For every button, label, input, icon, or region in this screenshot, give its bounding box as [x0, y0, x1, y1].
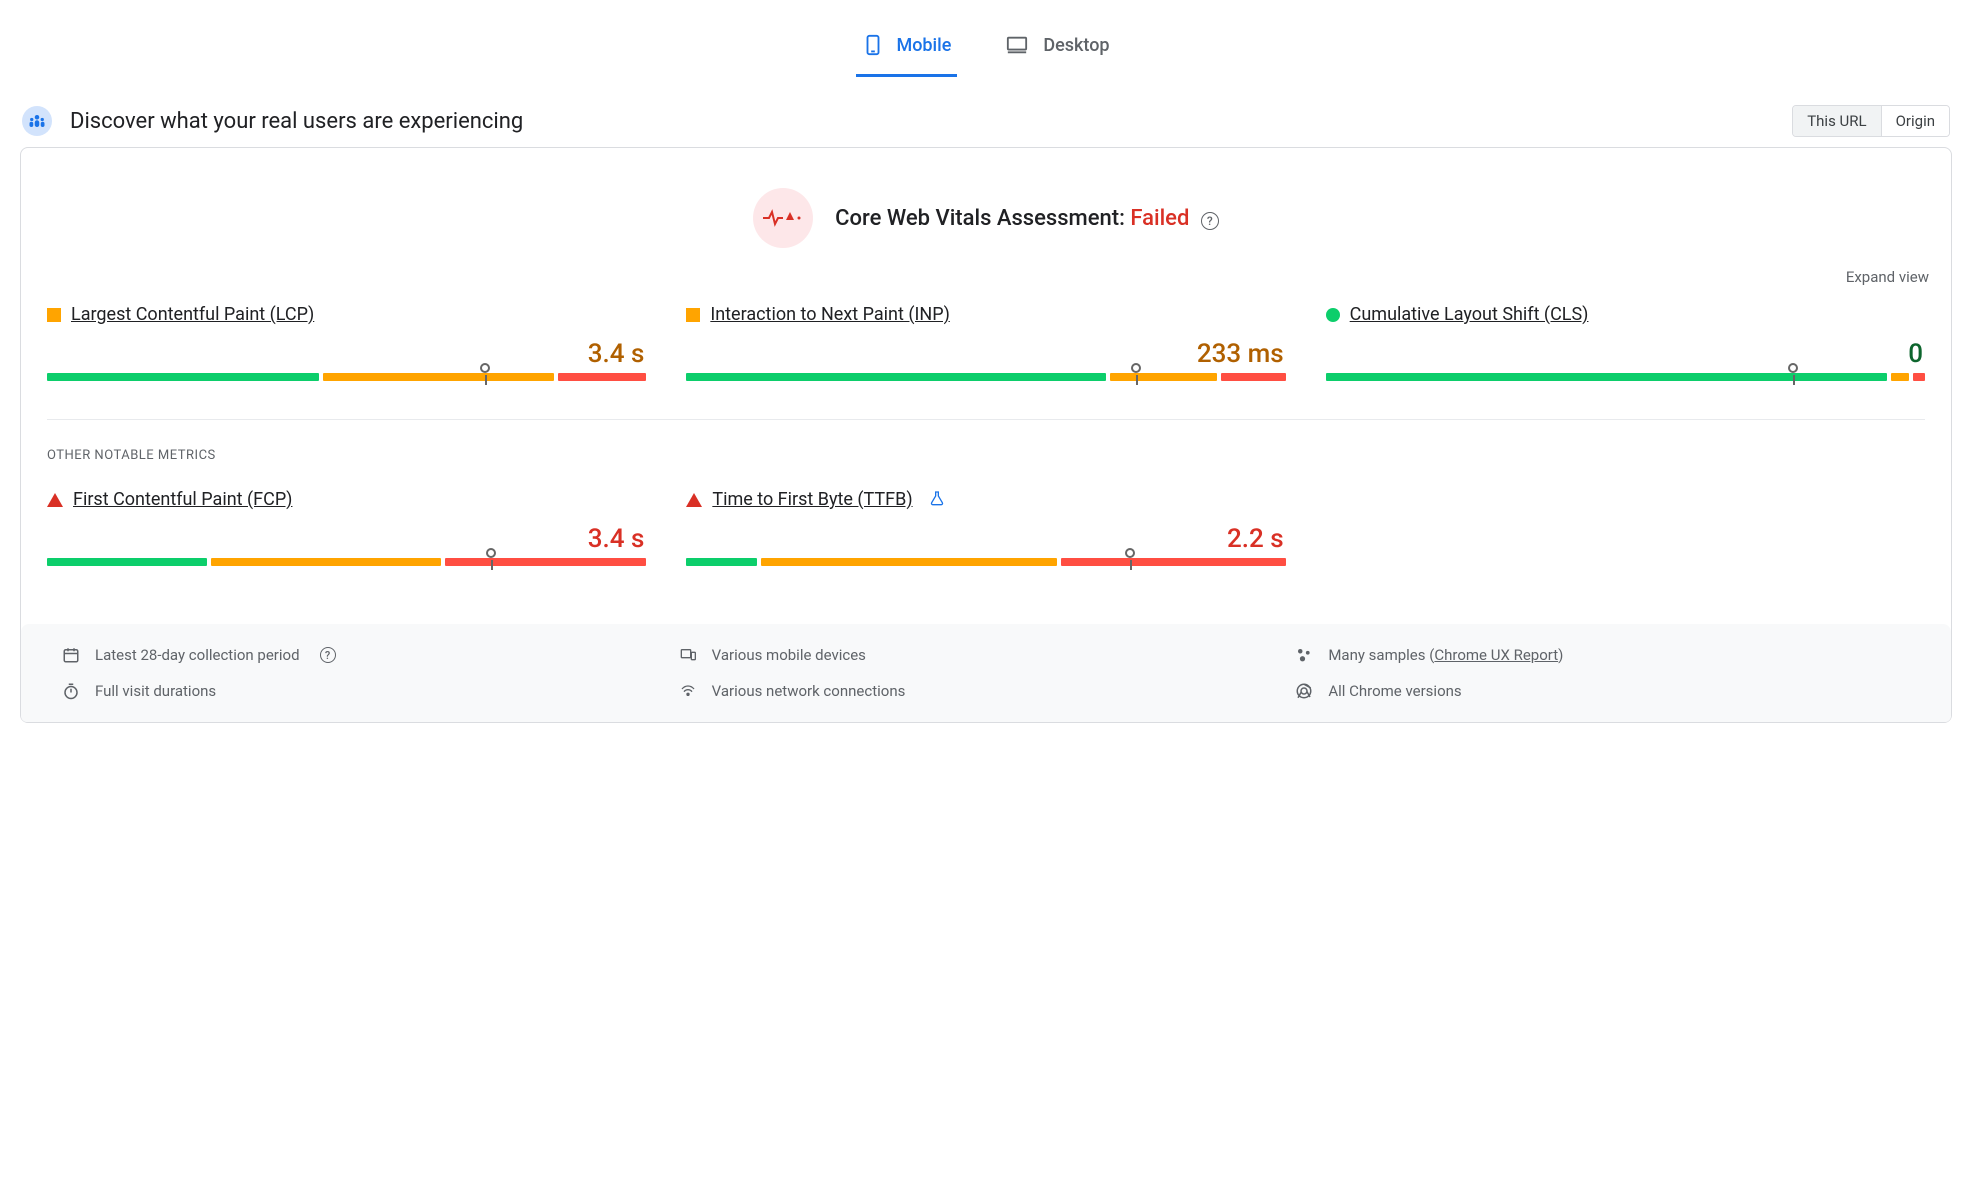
status-good-icon [1326, 308, 1340, 322]
bar-segment-red [1221, 373, 1286, 381]
page-title: Discover what your real users are experi… [70, 109, 523, 134]
tab-mobile-label: Mobile [896, 35, 951, 56]
experimental-icon [929, 490, 945, 510]
bar-segment-green [47, 558, 207, 566]
network-icon [678, 683, 698, 699]
data-source-footer: Latest 28-day collection period ? Variou… [21, 624, 1951, 722]
footer-network: Various network connections [678, 682, 1295, 700]
percentile-marker [480, 363, 490, 373]
bar-segment-amber [1110, 373, 1216, 381]
bar-segment-green [47, 373, 319, 381]
footer-period-text: Latest 28-day collection period [95, 646, 300, 664]
status-warn-icon [47, 308, 61, 322]
metric-name-link[interactable]: Cumulative Layout Shift (CLS) [1350, 304, 1589, 325]
tab-desktop[interactable]: Desktop [997, 20, 1115, 77]
seg-this-url[interactable]: This URL [1793, 106, 1880, 136]
percentile-marker [1131, 363, 1141, 373]
desktop-icon [1003, 34, 1031, 56]
footer-samples-text: Many samples (Chrome UX Report) [1328, 646, 1563, 664]
percentile-marker [486, 548, 496, 558]
metric-value: 233 ms [686, 325, 1285, 373]
mobile-icon [862, 30, 884, 60]
footer-devices: Various mobile devices [678, 646, 1295, 664]
bar-segment-red [1061, 558, 1286, 566]
metric: First Contentful Paint (FCP)3.4 s [47, 489, 646, 578]
footer-period: Latest 28-day collection period ? [61, 646, 678, 664]
bar-segment-red [558, 373, 647, 381]
bar-segment-green [686, 373, 1106, 381]
seg-origin[interactable]: Origin [1881, 106, 1949, 136]
status-fail-icon [686, 493, 702, 507]
devices-icon [678, 647, 698, 663]
distribution-bar [1326, 373, 1925, 393]
footer-durations: Full visit durations [61, 682, 678, 700]
metric-head: Largest Contentful Paint (LCP) [47, 304, 646, 325]
tab-mobile[interactable]: Mobile [856, 20, 957, 77]
tab-desktop-label: Desktop [1043, 35, 1109, 56]
assessment-text: Core Web Vitals Assessment: Failed ? [835, 206, 1219, 231]
metric-head: First Contentful Paint (FCP) [47, 489, 646, 510]
other-metrics-row: First Contentful Paint (FCP)3.4 s Time to… [39, 489, 1933, 604]
metric-head: Interaction to Next Paint (INP) [686, 304, 1285, 325]
metric: Cumulative Layout Shift (CLS)0 [1326, 304, 1925, 393]
other-metrics-label: OTHER NOTABLE METRICS [39, 420, 1933, 489]
help-icon[interactable]: ? [320, 647, 336, 663]
bar-segment-red [1913, 373, 1925, 381]
users-icon [22, 106, 52, 136]
footer-network-text: Various network connections [712, 682, 906, 700]
metric-value: 2.2 s [686, 510, 1285, 558]
footer-durations-text: Full visit durations [95, 682, 216, 700]
metric: Time to First Byte (TTFB)2.2 s [686, 489, 1285, 578]
status-fail-icon [47, 493, 63, 507]
distribution-bar [47, 373, 646, 393]
chrome-icon [1294, 682, 1314, 700]
metric-head: Cumulative Layout Shift (CLS) [1326, 304, 1925, 325]
metric-name-link[interactable]: Largest Contentful Paint (LCP) [71, 304, 314, 325]
metric-value: 3.4 s [47, 325, 646, 373]
metric-head: Time to First Byte (TTFB) [686, 489, 1285, 510]
bar-segment-red [445, 558, 646, 566]
footer-chrome: All Chrome versions [1294, 682, 1911, 700]
bar-segment-amber [1891, 373, 1909, 381]
vitals-status-icon [753, 188, 813, 248]
distribution-bar [686, 373, 1285, 393]
device-tabs: Mobile Desktop [0, 0, 1972, 77]
assessment-status: Failed [1130, 206, 1189, 231]
footer-devices-text: Various mobile devices [712, 646, 866, 664]
metric: Interaction to Next Paint (INP)233 ms [686, 304, 1285, 393]
footer-samples: Many samples (Chrome UX Report) [1294, 646, 1911, 664]
metric-name-link[interactable]: First Contentful Paint (FCP) [73, 489, 292, 510]
distribution-bar [47, 558, 646, 578]
bar-segment-green [1326, 373, 1888, 381]
status-warn-icon [686, 308, 700, 322]
crux-link[interactable]: Chrome UX Report [1434, 646, 1558, 664]
vitals-card: Core Web Vitals Assessment: Failed ? Exp… [20, 147, 1952, 723]
assessment-label: Core Web Vitals Assessment: [835, 206, 1125, 231]
bar-segment-amber [211, 558, 442, 566]
assessment-row: Core Web Vitals Assessment: Failed ? [39, 178, 1933, 268]
stopwatch-icon [61, 682, 81, 700]
bar-segment-amber [761, 558, 1057, 566]
expand-view-link[interactable]: Expand view [1846, 268, 1929, 286]
bar-segment-amber [323, 373, 554, 381]
distribution-bar [686, 558, 1285, 578]
metric-name-link[interactable]: Time to First Byte (TTFB) [712, 489, 912, 510]
footer-chrome-text: All Chrome versions [1328, 682, 1461, 700]
core-metrics-row: Largest Contentful Paint (LCP)3.4 s Inter… [39, 304, 1933, 419]
percentile-marker [1125, 548, 1135, 558]
metric: Largest Contentful Paint (LCP)3.4 s [47, 304, 646, 393]
url-origin-toggle: This URL Origin [1792, 105, 1950, 137]
help-icon[interactable]: ? [1201, 212, 1219, 230]
calendar-icon [61, 646, 81, 664]
metric-value: 3.4 s [47, 510, 646, 558]
samples-icon [1294, 646, 1314, 664]
header-row: Discover what your real users are experi… [12, 77, 1960, 147]
metric-value: 0 [1326, 325, 1925, 373]
metric-name-link[interactable]: Interaction to Next Paint (INP) [710, 304, 950, 325]
bar-segment-green [686, 558, 757, 566]
